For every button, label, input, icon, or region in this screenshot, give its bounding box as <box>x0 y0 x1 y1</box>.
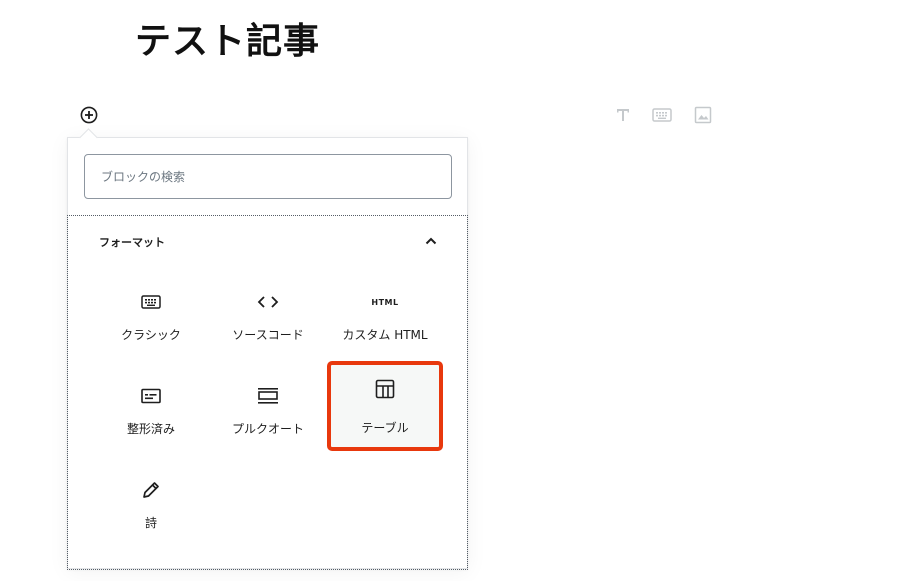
add-block-button[interactable] <box>79 105 99 125</box>
table-icon <box>331 377 439 401</box>
block-pullquote[interactable]: プルクオート <box>213 372 323 456</box>
pencil-icon <box>96 478 206 502</box>
plus-circle-icon <box>80 106 98 124</box>
block-custom-html[interactable]: HTML カスタム HTML <box>330 278 440 362</box>
block-label: カスタム HTML <box>342 328 428 342</box>
keyboard-icon <box>96 290 206 314</box>
pullquote-icon <box>213 384 323 408</box>
code-icon <box>213 290 323 314</box>
block-verse[interactable]: 詩 <box>96 466 206 550</box>
post-title[interactable]: テスト記事 <box>135 12 320 64</box>
block-label: 整形済み <box>126 422 175 436</box>
block-table[interactable]: テーブル <box>327 361 443 451</box>
add-image-button[interactable] <box>692 104 714 126</box>
block-label: テーブル <box>361 421 409 435</box>
block-search-input[interactable] <box>84 154 452 199</box>
heading-icon <box>617 109 629 121</box>
search-wrapper <box>84 154 452 199</box>
add-heading-button[interactable] <box>612 104 634 126</box>
block-label: プルクオート <box>231 422 304 436</box>
block-preformatted[interactable]: 整形済み <box>96 372 206 456</box>
block-label: クラシック <box>121 328 181 342</box>
block-results: フォーマット クラシック ソースコード HTML カスタム HTML 整形済み … <box>67 215 468 570</box>
formatting-panel-toggle[interactable]: フォーマット <box>68 216 467 266</box>
image-icon <box>694 106 712 124</box>
html-icon: HTML <box>371 297 399 307</box>
keyboard-icon <box>652 108 672 122</box>
block-classic[interactable]: クラシック <box>96 278 206 362</box>
block-code[interactable]: ソースコード <box>213 278 323 362</box>
block-inserter-popover: フォーマット クラシック <box>67 137 468 570</box>
add-classic-button[interactable] <box>651 104 673 126</box>
chevron-up-icon <box>423 233 439 249</box>
block-label: 詩 <box>144 516 157 530</box>
panel-title: フォーマット <box>99 236 165 249</box>
block-label: ソースコード <box>232 328 304 342</box>
preformatted-icon <box>96 384 206 408</box>
